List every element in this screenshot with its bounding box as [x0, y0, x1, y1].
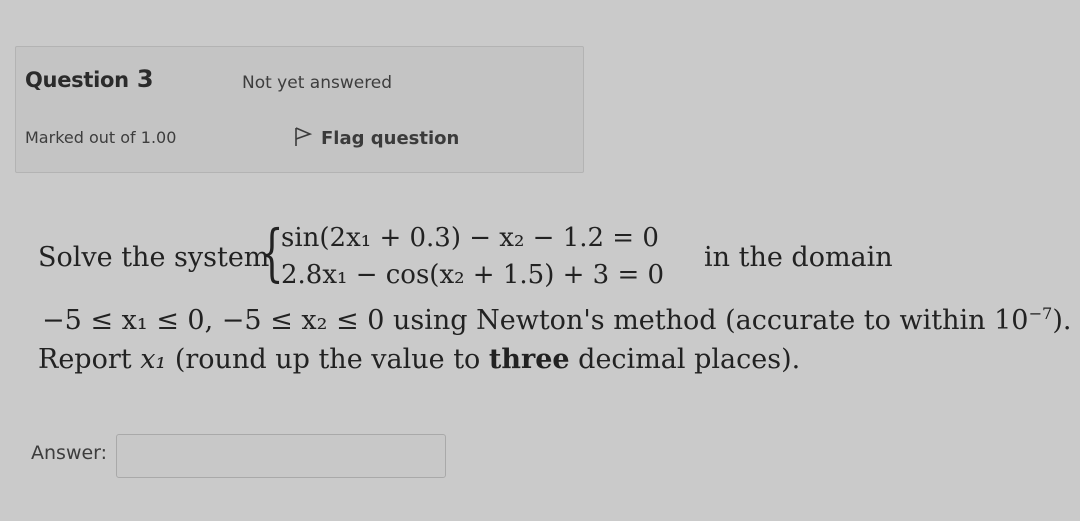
- method-text: using Newton's method (accurate to withi…: [392, 305, 1029, 336]
- domain-suffix: in the domain: [704, 242, 893, 273]
- flag-question-button[interactable]: Flag question: [293, 125, 459, 152]
- tolerance-exponent: −7: [1028, 304, 1053, 323]
- solve-prefix: Solve the system: [38, 242, 270, 273]
- answer-label: Answer:: [31, 442, 108, 464]
- report-bold: three: [488, 344, 570, 375]
- report-mid: (round up the value to: [174, 344, 481, 375]
- flag-icon: [293, 125, 313, 152]
- equation-2: 2.8x₁ − cos(x₂ + 1.5) + 3 = 0: [281, 260, 665, 290]
- report-variable: x₁: [140, 344, 167, 375]
- equation-1: sin(2x₁ + 0.3) − x₂ − 1.2 = 0: [281, 223, 659, 253]
- answer-input[interactable]: [116, 434, 446, 478]
- question-label: Question: [25, 68, 129, 92]
- question-info-box: Question 3 Not yet answered Marked out o…: [15, 46, 584, 173]
- question-number: 3: [136, 65, 154, 93]
- report-prefix: Report: [38, 344, 132, 375]
- flag-question-label: Flag question: [321, 128, 460, 149]
- system-row: Solve the system { sin(2x₁ + 0.3) − x₂ −…: [38, 220, 1078, 291]
- question-state: Not yet answered: [242, 73, 393, 93]
- question-grade: Marked out of 1.00: [25, 128, 177, 147]
- question-title: Question 3: [25, 65, 154, 93]
- report-end: decimal places).: [578, 344, 801, 375]
- method-end: ).: [1052, 305, 1072, 336]
- domain-constraint: −5 ≤ x₁ ≤ 0, −5 ≤ x₂ ≤ 0: [42, 305, 385, 336]
- report-row: Report x₁ (round up the value to three d…: [38, 344, 800, 375]
- constraint-row: −5 ≤ x₁ ≤ 0, −5 ≤ x₂ ≤ 0 using Newton's …: [42, 304, 1071, 336]
